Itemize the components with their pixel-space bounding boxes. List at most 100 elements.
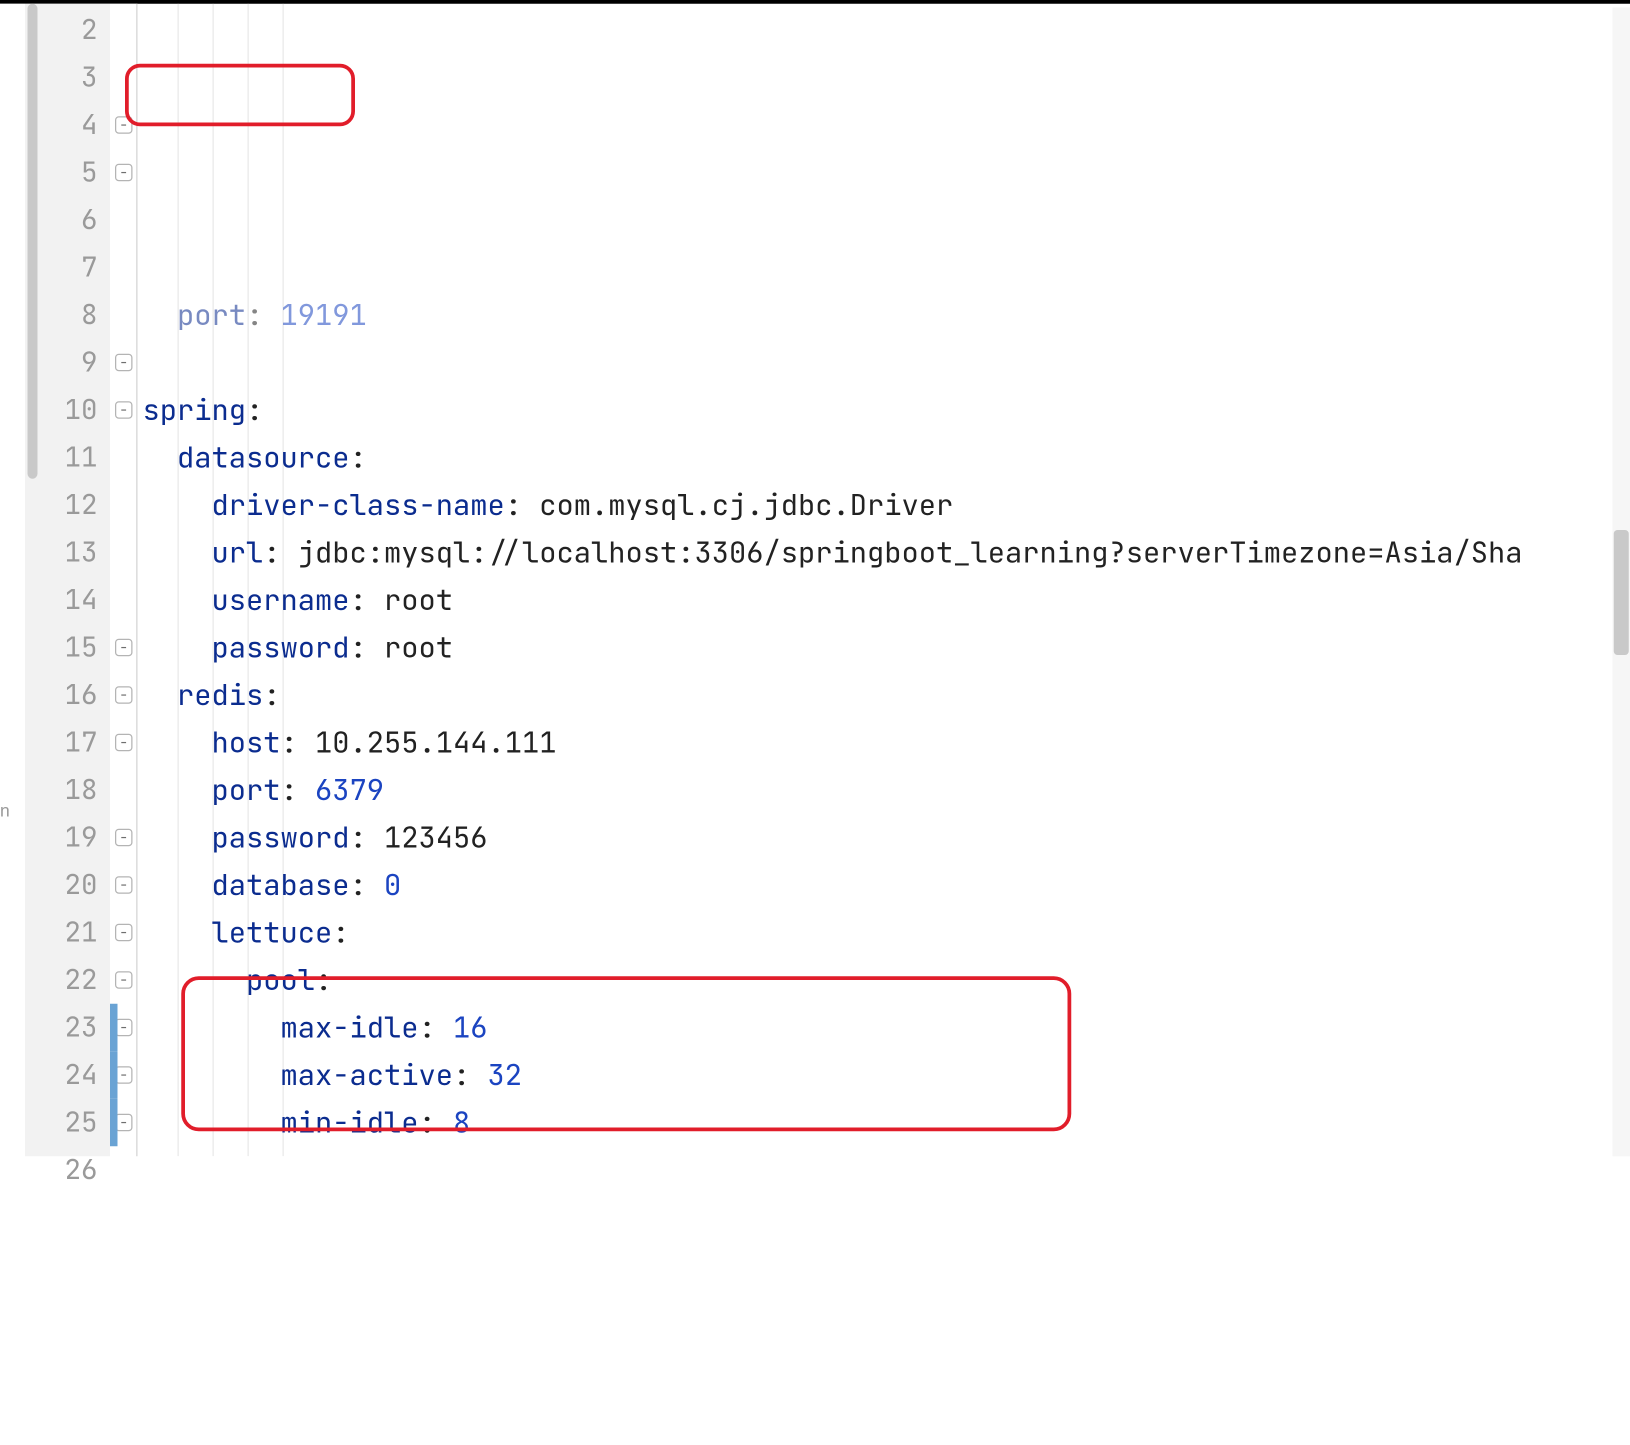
left-margin xyxy=(0,4,25,1157)
yaml-value: 10.255.144.111 xyxy=(315,724,557,762)
line-number-gutter[interactable]: 2345678910111213141516171819202122232425… xyxy=(40,4,110,1157)
line-number: 22 xyxy=(40,956,98,1004)
right-scrollbar[interactable] xyxy=(1613,8,1630,1157)
line-number: 9 xyxy=(40,339,98,387)
code-line[interactable]: port: 6379 xyxy=(138,766,1630,814)
line-number: 26 xyxy=(40,1146,98,1194)
fold-icon[interactable] xyxy=(115,876,133,894)
yaml-key: lettuce xyxy=(212,914,333,952)
yaml-key: port xyxy=(212,771,281,809)
code-line[interactable]: password: 123456 xyxy=(138,814,1630,862)
yaml-key: username xyxy=(212,581,350,619)
line-number: 20 xyxy=(40,861,98,909)
yaml-key: min-idle xyxy=(281,1104,419,1142)
yaml-key: password xyxy=(212,819,350,857)
code-line[interactable]: max-active: 32 xyxy=(138,1051,1630,1099)
fold-icon[interactable] xyxy=(115,971,133,989)
fold-icon[interactable] xyxy=(115,1066,133,1084)
line-number: 5 xyxy=(40,149,98,197)
yaml-value: 123456 xyxy=(384,819,488,857)
code-line[interactable]: port: 19191 xyxy=(138,291,1630,339)
line-number: 10 xyxy=(40,386,98,434)
line-number: 23 xyxy=(40,1004,98,1052)
fold-icon[interactable] xyxy=(115,354,133,372)
code-line[interactable]: datasource: xyxy=(138,434,1630,482)
yaml-key: datasource xyxy=(177,439,350,477)
scrollbar-thumb[interactable] xyxy=(28,4,38,479)
right-scrollbar-thumb[interactable] xyxy=(1614,530,1629,655)
line-number: 11 xyxy=(40,434,98,482)
code-line[interactable]: lettuce: xyxy=(138,909,1630,957)
yaml-key: max-active xyxy=(281,1056,454,1094)
yaml-key: url xyxy=(212,534,264,572)
code-line[interactable]: min-idle: 8 xyxy=(138,1099,1630,1147)
line-number: 3 xyxy=(40,54,98,102)
code-line[interactable] xyxy=(138,339,1630,387)
fold-icon[interactable] xyxy=(115,116,133,134)
fold-gutter[interactable] xyxy=(110,4,138,1157)
yaml-value: 32 xyxy=(488,1056,523,1094)
code-line[interactable]: database: 0 xyxy=(138,861,1630,909)
yaml-key: spring xyxy=(143,391,247,429)
yaml-key: host xyxy=(212,724,281,762)
line-number: 2 xyxy=(40,6,98,54)
code-line[interactable]: driver-class-name: com.mysql.cj.jdbc.Dri… xyxy=(138,481,1630,529)
line-number: 6 xyxy=(40,196,98,244)
line-number: 19 xyxy=(40,814,98,862)
code-area[interactable]: port: 19191 spring: datasource: driver-cl… xyxy=(138,4,1630,1157)
change-marker xyxy=(110,1004,118,1052)
yaml-value: 0 xyxy=(384,866,401,904)
yaml-key: driver-class-name xyxy=(212,486,505,524)
code-line[interactable]: password: root xyxy=(138,624,1630,672)
fold-icon[interactable] xyxy=(115,734,133,752)
code-line[interactable]: max-idle: 16 xyxy=(138,1004,1630,1052)
yaml-value: com.mysql.cj.jdbc.Driver xyxy=(539,486,953,524)
code-line[interactable]: pool: xyxy=(138,956,1630,1004)
fold-icon[interactable] xyxy=(115,639,133,657)
line-number: 15 xyxy=(40,624,98,672)
yaml-key: max-idle xyxy=(281,1009,419,1047)
line-number: 18 xyxy=(40,766,98,814)
code-line[interactable]: username: root xyxy=(138,576,1630,624)
code-line[interactable]: devtools: xyxy=(138,1146,1630,1156)
line-number: 24 xyxy=(40,1051,98,1099)
yaml-value: jdbc:mysql://localhost:3306/springboot_l… xyxy=(298,534,1523,572)
yaml-key: pool xyxy=(246,961,315,999)
yaml-value: root xyxy=(384,629,453,667)
export-cue: n xyxy=(0,800,10,820)
fold-icon[interactable] xyxy=(115,401,133,419)
code-line[interactable]: redis: xyxy=(138,671,1630,719)
code-line[interactable]: host: 10.255.144.111 xyxy=(138,719,1630,767)
yaml-key: port xyxy=(177,296,246,334)
code-line[interactable]: spring: xyxy=(138,386,1630,434)
yaml-key: password xyxy=(212,629,350,667)
line-number: 13 xyxy=(40,529,98,577)
line-number: 21 xyxy=(40,909,98,957)
change-marker xyxy=(110,1099,118,1147)
yaml-value: 6379 xyxy=(315,771,384,809)
line-number: 12 xyxy=(40,481,98,529)
code-line[interactable]: url: jdbc:mysql://localhost:3306/springb… xyxy=(138,529,1630,577)
line-number: 8 xyxy=(40,291,98,339)
yaml-key: redis xyxy=(177,676,263,714)
line-number: 25 xyxy=(40,1099,98,1147)
yaml-value: root xyxy=(384,581,453,619)
line-number: 16 xyxy=(40,671,98,719)
fold-icon[interactable] xyxy=(115,1114,133,1132)
line-number: 4 xyxy=(40,101,98,149)
yaml-value: 16 xyxy=(453,1009,488,1047)
code-editor[interactable]: 2345678910111213141516171819202122232425… xyxy=(0,0,1630,1156)
vertical-scrollbar[interactable] xyxy=(25,4,40,1157)
fold-icon[interactable] xyxy=(115,924,133,942)
fold-icon[interactable] xyxy=(115,686,133,704)
change-marker xyxy=(110,1051,118,1099)
yaml-value: 8 xyxy=(453,1104,470,1142)
fold-icon[interactable] xyxy=(115,164,133,182)
fold-icon[interactable] xyxy=(115,829,133,847)
fold-icon[interactable] xyxy=(115,1019,133,1037)
yaml-key: database xyxy=(212,866,350,904)
line-number: 14 xyxy=(40,576,98,624)
yaml-value: 19191 xyxy=(281,296,367,334)
line-number: 17 xyxy=(40,719,98,767)
line-number: 7 xyxy=(40,244,98,292)
